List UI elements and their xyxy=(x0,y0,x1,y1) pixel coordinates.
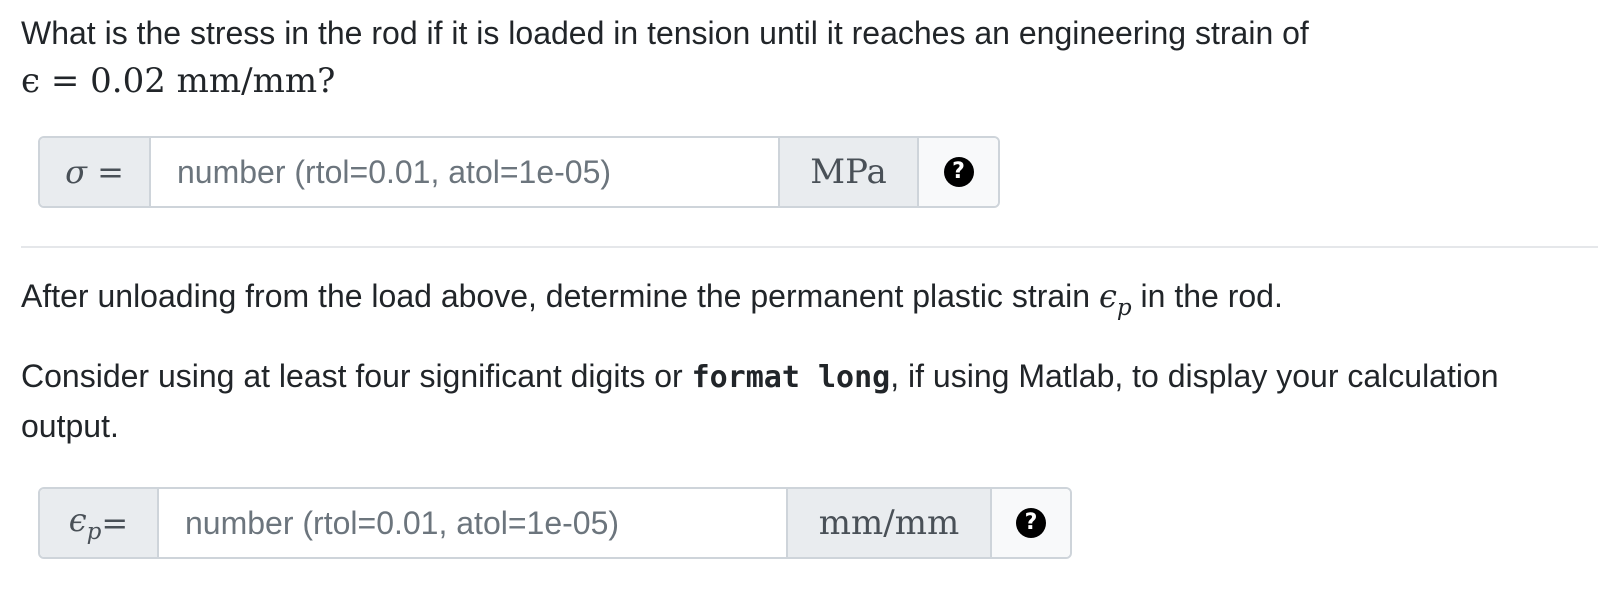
strain-expression: ϵ = 0.02 mm/mm? xyxy=(21,61,336,101)
sigma-label: σ = xyxy=(65,153,124,191)
epsilon-label-equals: = xyxy=(101,504,129,542)
epsilon-label-subscript: p xyxy=(86,519,102,546)
stress-label: σ = xyxy=(40,138,151,206)
unit-mpa: MPa xyxy=(810,152,887,192)
plastic-strain-field-wrapper xyxy=(159,489,786,557)
question-2-prompt-start: After unloading from the load above, det… xyxy=(21,278,1099,314)
plastic-strain-label: ϵp = xyxy=(40,489,159,557)
question-circle-icon[interactable]: ? xyxy=(1016,508,1046,538)
stress-unit: MPa xyxy=(778,138,919,206)
section-divider xyxy=(21,246,1598,248)
plastic-strain-unit: mm/mm xyxy=(786,489,992,557)
subscript-p: p xyxy=(1116,295,1132,322)
question-2-text: After unloading from the load above, det… xyxy=(21,272,1283,332)
stress-field-wrapper xyxy=(151,138,778,206)
unit-mm-per-mm: mm/mm xyxy=(818,503,960,543)
epsilon-p-label: ϵp xyxy=(69,501,102,545)
epsilon-label-symbol: ϵ xyxy=(68,500,87,539)
code-format-long: format long xyxy=(691,360,891,395)
question-1-text: What is the stress in the rod if it is l… xyxy=(21,9,1309,105)
plastic-strain-symbol: ϵp xyxy=(1098,277,1132,321)
stress-help-button[interactable]: ? xyxy=(919,138,998,206)
stress-input-group: σ = MPa ? xyxy=(38,136,1000,208)
hint-text: Consider using at least four significant… xyxy=(21,352,1586,450)
plastic-strain-help-button[interactable]: ? xyxy=(992,489,1070,557)
hint-start: Consider using at least four significant… xyxy=(21,358,692,394)
question-circle-icon[interactable]: ? xyxy=(943,157,974,187)
plastic-strain-answer-input[interactable] xyxy=(183,503,786,543)
question-1-prompt: What is the stress in the rod if it is l… xyxy=(21,15,1309,51)
stress-answer-input[interactable] xyxy=(175,152,778,192)
question-2-prompt-end: in the rod. xyxy=(1131,278,1283,314)
plastic-strain-input-group: ϵp = mm/mm ? xyxy=(38,487,1072,559)
epsilon-symbol: ϵ xyxy=(1098,277,1117,315)
